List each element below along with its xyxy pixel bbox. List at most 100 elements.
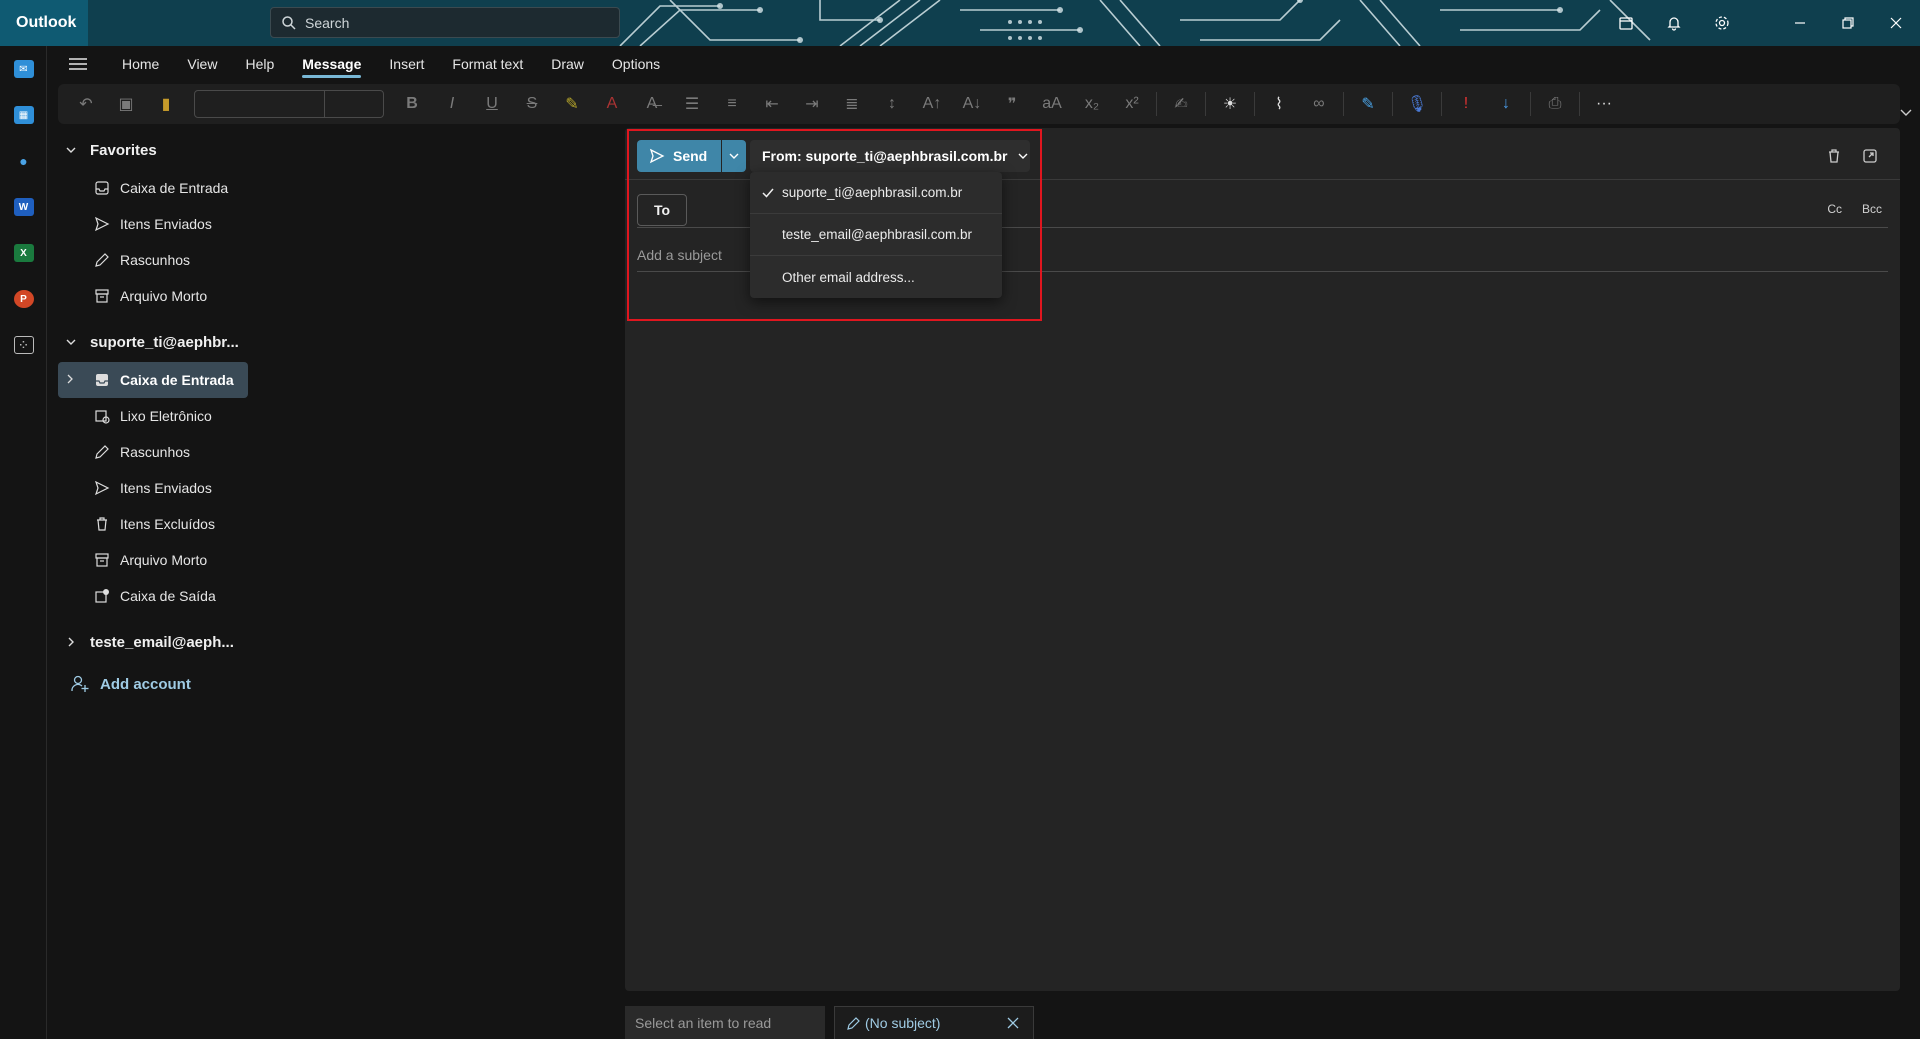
ribbon-collapse-chevron-icon[interactable]: [1898, 104, 1914, 120]
bullets-button[interactable]: ☰: [672, 88, 712, 120]
font-color-button[interactable]: A: [592, 88, 632, 120]
add-account-button[interactable]: Add account: [48, 662, 618, 706]
mail-app-button[interactable]: ✉: [0, 46, 47, 92]
change-case-button[interactable]: aA: [1032, 88, 1072, 120]
underline-button[interactable]: U: [472, 88, 512, 120]
attach-file-button[interactable]: ⌇: [1259, 88, 1299, 120]
my-day-button[interactable]: [1602, 0, 1650, 46]
read-pane-tab[interactable]: Select an item to read: [625, 1006, 825, 1039]
send-button[interactable]: Send: [637, 140, 721, 172]
from-option-teste[interactable]: teste_email@aephbrasil.com.br: [750, 214, 1002, 256]
high-importance-button[interactable]: !: [1446, 88, 1486, 120]
styles-icon: A̶: [646, 95, 658, 112]
print-button[interactable]: ⎙: [1535, 88, 1575, 120]
fav-archive[interactable]: Arquivo Morto: [58, 278, 248, 314]
dictate-button[interactable]: 🎙: [1397, 88, 1437, 120]
styles-button[interactable]: A̶: [632, 88, 672, 120]
cc-button[interactable]: Cc: [1827, 202, 1842, 216]
draft-tab[interactable]: (No subject): [834, 1006, 1034, 1039]
strikethrough-button[interactable]: S: [512, 88, 552, 120]
close-icon[interactable]: [1007, 1017, 1019, 1029]
acct-archive[interactable]: Arquivo Morto: [58, 542, 248, 578]
restore-button[interactable]: [1824, 0, 1872, 46]
favorites-header[interactable]: Favorites: [48, 130, 618, 170]
excel-app-button[interactable]: X: [0, 230, 47, 276]
discard-button[interactable]: [1816, 142, 1852, 170]
tab-view[interactable]: View: [173, 46, 231, 82]
account2-header[interactable]: teste_email@aeph...: [48, 622, 618, 662]
word-app-button[interactable]: W: [0, 184, 47, 230]
settings-button[interactable]: [1698, 0, 1746, 46]
tab-message[interactable]: Message: [288, 46, 375, 82]
italic-button[interactable]: I: [432, 88, 472, 120]
navigation-menu-button[interactable]: [48, 46, 108, 82]
to-button[interactable]: To: [637, 194, 687, 226]
highlight-button[interactable]: ✎: [552, 88, 592, 120]
grow-font-button[interactable]: A↑: [912, 88, 952, 120]
signature-button[interactable]: ✎: [1348, 88, 1388, 120]
powerpoint-app-button[interactable]: P: [0, 276, 47, 322]
link-button[interactable]: ∞: [1299, 88, 1339, 120]
account1-label: suporte_ti@aephbr...: [90, 333, 239, 351]
editor-button[interactable]: ✍: [1161, 88, 1201, 120]
toolbar-divider: [1156, 92, 1157, 116]
calendar-app-button[interactable]: ▦: [0, 92, 47, 138]
acct-deleted[interactable]: Itens Excluídos: [58, 506, 248, 542]
acct-drafts[interactable]: Rascunhos: [58, 434, 248, 470]
people-app-button[interactable]: ●: [0, 138, 47, 184]
search-box[interactable]: Search: [270, 7, 620, 38]
bold-button[interactable]: B: [392, 88, 432, 120]
acct-sent[interactable]: Itens Enviados: [58, 470, 248, 506]
tab-draw[interactable]: Draw: [537, 46, 598, 82]
undo-button[interactable]: ↶: [66, 88, 106, 120]
superscript-button[interactable]: x²: [1112, 88, 1152, 120]
font-selector[interactable]: [194, 90, 384, 118]
trash-icon: [97, 517, 107, 531]
more-apps-button[interactable]: ⁘: [0, 322, 47, 368]
from-selector[interactable]: From: suporte_ti@aephbrasil.com.br: [750, 140, 1030, 172]
tab-format-text[interactable]: Format text: [438, 46, 537, 82]
acct-inbox[interactable]: Caixa de Entrada: [58, 362, 248, 398]
format-painter-button[interactable]: ▮: [146, 88, 186, 120]
superscript-icon: x²: [1125, 95, 1139, 112]
acct-outbox[interactable]: Caixa de Saída: [58, 578, 248, 614]
decrease-indent-button[interactable]: ⇤: [752, 88, 792, 120]
numbering-button[interactable]: ≡: [712, 88, 752, 120]
close-window-button[interactable]: [1872, 0, 1920, 46]
notifications-button[interactable]: [1650, 0, 1698, 46]
trash-icon: [1829, 149, 1839, 163]
undo-icon: ↶: [79, 96, 93, 113]
tab-home[interactable]: Home: [108, 46, 173, 82]
paste-button[interactable]: ▣: [106, 88, 146, 120]
chevron-right-icon[interactable]: [64, 373, 76, 385]
tab-options[interactable]: Options: [598, 46, 674, 82]
low-importance-button[interactable]: ↓: [1486, 88, 1526, 120]
more-options-button[interactable]: ···: [1584, 88, 1624, 120]
from-option-suporte[interactable]: suporte_ti@aephbrasil.com.br: [750, 172, 1002, 214]
increase-indent-button[interactable]: ⇥: [792, 88, 832, 120]
align-button[interactable]: ≣: [832, 88, 872, 120]
shrink-font-button[interactable]: A↓: [952, 88, 992, 120]
acct-junk[interactable]: Lixo Eletrônico: [58, 398, 248, 434]
fav-drafts[interactable]: Rascunhos: [58, 242, 248, 278]
junk-icon: [95, 410, 110, 424]
minimize-button[interactable]: [1776, 0, 1824, 46]
bcc-button[interactable]: Bcc: [1862, 202, 1882, 216]
toolbar-divider: [1343, 92, 1344, 116]
tab-insert[interactable]: Insert: [375, 46, 438, 82]
fav-sent[interactable]: Itens Enviados: [58, 206, 248, 242]
quote-button[interactable]: ❞: [992, 88, 1032, 120]
send-options-button[interactable]: [722, 140, 746, 172]
subscript-button[interactable]: x₂: [1072, 88, 1112, 120]
font-name-field[interactable]: [195, 91, 325, 117]
close-icon: [1890, 17, 1902, 29]
theme-button[interactable]: ☀: [1210, 88, 1250, 120]
pop-out-button[interactable]: [1852, 142, 1888, 170]
fav-inbox[interactable]: Caixa de Entrada: [58, 170, 248, 206]
inbox-icon: [96, 374, 108, 386]
font-size-field[interactable]: [325, 91, 383, 117]
account1-header[interactable]: suporte_ti@aephbr...: [48, 322, 618, 362]
tab-help[interactable]: Help: [231, 46, 288, 82]
line-spacing-button[interactable]: ↕: [872, 88, 912, 120]
from-option-other[interactable]: Other email address...: [750, 256, 1002, 298]
